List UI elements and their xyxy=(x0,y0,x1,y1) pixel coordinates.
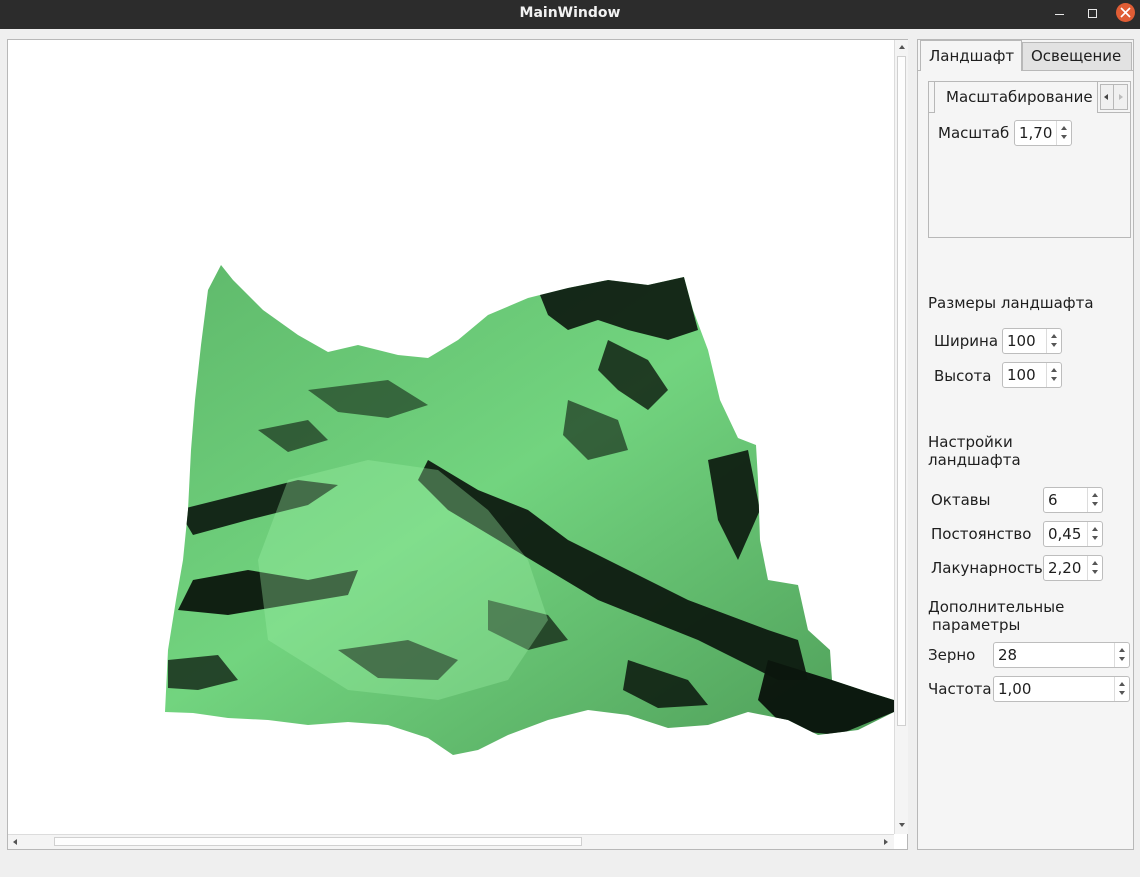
subtab-scroll-left[interactable] xyxy=(1100,84,1114,110)
frequency-spinbox[interactable]: 1,00 xyxy=(993,676,1130,702)
step-up-icon[interactable] xyxy=(1051,334,1057,338)
window-title: MainWindow xyxy=(519,5,621,21)
step-down-icon[interactable] xyxy=(1092,536,1098,540)
seed-value: 28 xyxy=(998,646,1018,664)
horizontal-scroll-thumb[interactable] xyxy=(54,837,582,846)
step-down-icon[interactable] xyxy=(1051,377,1057,381)
step-down-icon[interactable] xyxy=(1119,691,1125,695)
width-stepper[interactable] xyxy=(1046,329,1061,353)
extra-heading-line2: параметры xyxy=(932,616,1021,634)
step-down-icon[interactable] xyxy=(1119,657,1125,661)
chevron-left-icon xyxy=(1104,94,1108,100)
scale-stepper[interactable] xyxy=(1056,121,1071,145)
scroll-right-icon[interactable] xyxy=(884,839,888,845)
seed-stepper[interactable] xyxy=(1114,643,1129,667)
vertical-scroll-thumb[interactable] xyxy=(897,56,906,726)
title-bar: MainWindow xyxy=(0,0,1140,29)
chevron-right-icon xyxy=(1119,94,1123,100)
octaves-label: Октавы xyxy=(931,491,991,509)
lacunarity-spinbox[interactable]: 2,20 xyxy=(1043,555,1103,581)
minimize-button[interactable] xyxy=(1050,4,1070,24)
lacunarity-label: Лакунарность xyxy=(931,559,1043,577)
step-up-icon[interactable] xyxy=(1092,493,1098,497)
scroll-up-icon[interactable] xyxy=(899,45,905,49)
height-label: Высота xyxy=(934,367,992,385)
step-up-icon[interactable] xyxy=(1119,648,1125,652)
persistence-stepper[interactable] xyxy=(1087,522,1102,546)
height-stepper[interactable] xyxy=(1046,363,1061,387)
horizontal-scrollbar[interactable] xyxy=(8,834,894,849)
scale-label: Масштаб xyxy=(938,124,1010,142)
step-down-icon[interactable] xyxy=(1051,343,1057,347)
height-spinbox[interactable]: 100 xyxy=(1002,362,1062,388)
scale-spinbox[interactable]: 1,70 xyxy=(1014,120,1072,146)
height-value: 100 xyxy=(1007,366,1036,384)
terrain-render xyxy=(165,265,894,755)
size-heading: Размеры ландшафта xyxy=(928,294,1094,312)
step-up-icon[interactable] xyxy=(1092,527,1098,531)
tab-lighting[interactable]: Освещение xyxy=(1022,42,1132,70)
step-down-icon[interactable] xyxy=(1092,502,1098,506)
scaling-tab-widget: Масштабирование Масштаб 1,70 xyxy=(928,81,1131,238)
width-label: Ширина xyxy=(934,332,999,350)
subtab-scaling[interactable]: Масштабирование xyxy=(934,82,1098,113)
extra-heading-line1: Дополнительные xyxy=(928,598,1065,616)
vertical-scrollbar[interactable] xyxy=(894,40,908,834)
scroll-left-icon[interactable] xyxy=(13,839,17,845)
settings-panel: Ландшафт Освещение Масштабирование Масшт… xyxy=(917,39,1134,850)
step-up-icon[interactable] xyxy=(1061,126,1067,130)
terrain-viewport[interactable] xyxy=(7,39,908,850)
subtab-scroll-right[interactable] xyxy=(1114,84,1128,110)
width-value: 100 xyxy=(1007,332,1036,350)
close-button[interactable] xyxy=(1116,3,1135,22)
step-up-icon[interactable] xyxy=(1092,561,1098,565)
persistence-label: Постоянство xyxy=(931,525,1032,543)
octaves-spinbox[interactable]: 6 xyxy=(1043,487,1103,513)
frequency-label: Частота xyxy=(928,680,992,698)
frequency-stepper[interactable] xyxy=(1114,677,1129,701)
persistence-value: 0,45 xyxy=(1048,525,1082,543)
step-up-icon[interactable] xyxy=(1119,682,1125,686)
settings-heading-line1: Настройки xyxy=(928,433,1013,451)
seed-label: Зерно xyxy=(928,646,976,664)
persistence-spinbox[interactable]: 0,45 xyxy=(1043,521,1103,547)
step-down-icon[interactable] xyxy=(1092,570,1098,574)
tab-landscape[interactable]: Ландшафт xyxy=(920,40,1022,71)
close-icon xyxy=(1120,7,1131,18)
octaves-value: 6 xyxy=(1048,491,1058,509)
lacunarity-value: 2,20 xyxy=(1048,559,1082,577)
scale-value: 1,70 xyxy=(1019,124,1053,142)
seed-spinbox[interactable]: 28 xyxy=(993,642,1130,668)
step-down-icon[interactable] xyxy=(1061,135,1067,139)
lacunarity-stepper[interactable] xyxy=(1087,556,1102,580)
settings-heading-line2: ландшафта xyxy=(928,451,1021,469)
frequency-value: 1,00 xyxy=(998,680,1032,698)
step-up-icon[interactable] xyxy=(1051,368,1057,372)
octaves-stepper[interactable] xyxy=(1087,488,1102,512)
scroll-down-icon[interactable] xyxy=(899,823,905,827)
width-spinbox[interactable]: 100 xyxy=(1002,328,1062,354)
maximize-button[interactable] xyxy=(1082,4,1102,24)
